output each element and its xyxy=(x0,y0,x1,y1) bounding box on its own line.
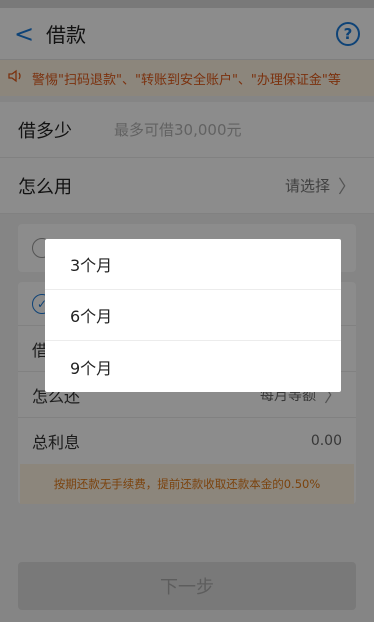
term-picker-dialog: 3个月 6个月 9个月 xyxy=(45,239,341,392)
option-6-months[interactable]: 6个月 xyxy=(45,290,341,341)
option-9-months[interactable]: 9个月 xyxy=(45,341,341,392)
option-3-months[interactable]: 3个月 xyxy=(45,239,341,290)
